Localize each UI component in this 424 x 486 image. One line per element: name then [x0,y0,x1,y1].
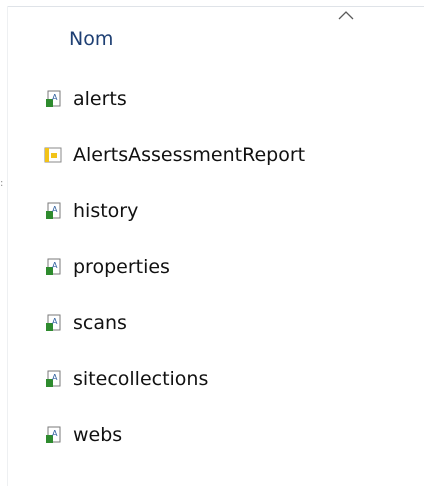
sort-ascending-icon[interactable] [338,10,354,20]
xml-file-icon: A [43,89,63,109]
file-name: scans [73,312,127,334]
svg-text:A: A [52,261,58,270]
file-name: history [73,200,139,222]
column-header[interactable]: Nom [8,7,424,63]
file-name: properties [73,256,170,278]
file-row-webs[interactable]: A webs [43,420,413,476]
file-name: sitecollections [73,368,209,390]
name-column-label[interactable]: Nom [69,27,113,51]
xml-file-icon: A [43,425,63,445]
svg-text:A: A [52,317,58,326]
file-list-pane: : Nom A alerts AlertsAssessmentReport A … [0,0,424,486]
svg-text:A: A [52,429,58,438]
file-row-history[interactable]: A history [43,196,413,252]
file-row-scans[interactable]: A scans [43,308,413,364]
file-name: AlertsAssessmentReport [73,144,306,166]
file-name: webs [73,424,123,446]
file-row-alerts[interactable]: A alerts [43,84,413,140]
file-row-properties[interactable]: A properties [43,252,413,308]
xml-file-icon: A [43,257,63,277]
svg-text:A: A [52,205,58,214]
report-file-icon [43,145,63,165]
xml-file-icon: A [43,313,63,333]
file-row-sitecollections[interactable]: A sitecollections [43,364,413,420]
xml-file-icon: A [43,201,63,221]
xml-file-icon: A [43,369,63,389]
pane-left-edge [7,6,8,486]
svg-text:A: A [52,373,58,382]
left-edge-mark: : [0,178,4,189]
file-list: A alerts AlertsAssessmentReport A histor… [43,84,413,476]
file-row-alerts-assessment-report[interactable]: AlertsAssessmentReport [43,140,413,196]
file-name: alerts [73,88,127,110]
svg-text:A: A [52,93,58,102]
